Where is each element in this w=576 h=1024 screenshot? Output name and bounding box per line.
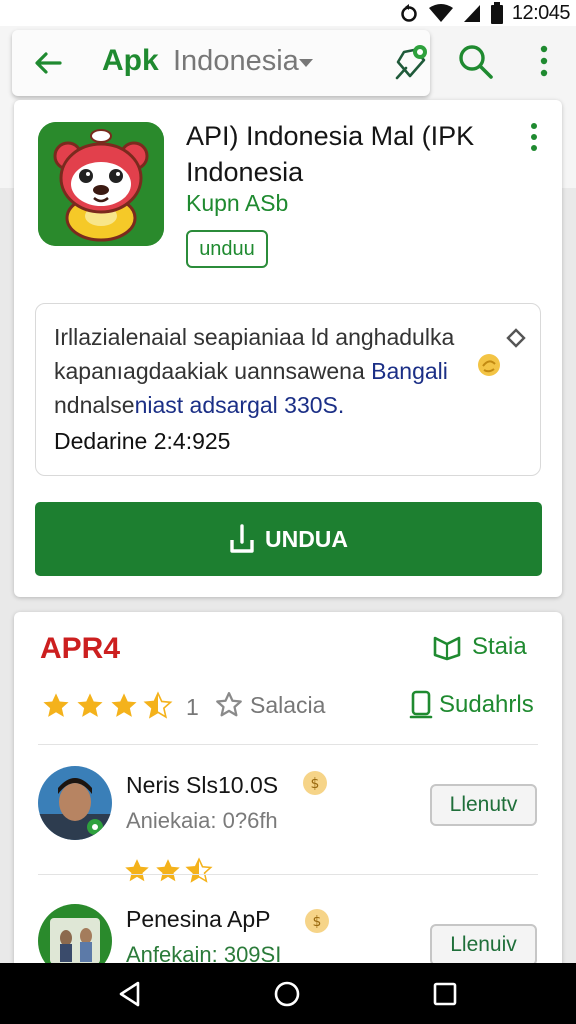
- divider: [38, 744, 538, 745]
- coin-icon: $: [303, 771, 327, 795]
- divider: [38, 874, 538, 875]
- bear-mascot-icon: [38, 122, 164, 246]
- search-query[interactable]: Indonesia: [173, 45, 299, 78]
- star-icon: [143, 691, 173, 719]
- star-outline-icon: [216, 692, 242, 717]
- signal-icon: [463, 5, 480, 22]
- status-time: 12:045: [511, 1, 571, 24]
- rating-stars: [40, 690, 174, 722]
- coin-icon: $: [305, 909, 329, 933]
- person-avatar-icon: [38, 766, 112, 840]
- search-bar[interactable]: Apk Indonesia: [12, 30, 430, 96]
- status-bar: 12:045: [0, 0, 576, 26]
- installed-link[interactable]: Sudahrls: [409, 690, 534, 720]
- download-icon: [230, 524, 254, 553]
- battery-icon: [490, 2, 503, 24]
- install-button-label: UNDUA: [264, 525, 349, 552]
- description-link-bangali[interactable]: Bangali: [371, 358, 448, 384]
- review-action-button[interactable]: Llenuiv: [430, 924, 537, 966]
- app-details-card: API) Indonesia Mal (IPK Indonesia Kupn A…: [14, 100, 562, 597]
- description-line-3-text: ndnalse: [54, 392, 135, 418]
- description-line-2-text: kapanıagdaakiak uannsawena: [54, 358, 365, 384]
- app-icon[interactable]: [38, 122, 164, 246]
- install-button[interactable]: UNDUA: [35, 502, 542, 576]
- device-icon: [409, 690, 433, 719]
- description-box: Irllazialenaial seapianiaa ld anghadulka…: [35, 303, 541, 476]
- installed-label: Sudahrls: [439, 691, 534, 718]
- description-line-1: Irllazialenaial seapianiaa ld anghadulka: [54, 324, 455, 350]
- review-meta: Aniekaia: 0?6fh: [126, 808, 278, 833]
- store-brand: Apk: [102, 44, 159, 77]
- star-icon: [125, 859, 149, 882]
- ratings-reviews-card: APR4 Staia 1 Salacia Sudahrls Neris Sls1…: [14, 612, 562, 992]
- developer-link[interactable]: Kupn ASb: [186, 190, 288, 217]
- description-line-3: ndnalseniast adsargal 330S.: [54, 388, 504, 422]
- diamond-icon[interactable]: [506, 328, 526, 348]
- download-chip[interactable]: unduu: [186, 230, 268, 268]
- reviewer-name: Penesina ApP: [126, 906, 271, 932]
- star-icon: [111, 693, 137, 717]
- stats-label: Staia: [472, 633, 527, 660]
- chevron-down-icon[interactable]: [299, 58, 313, 68]
- nav-back-icon[interactable]: [116, 980, 144, 1008]
- rate-app-link[interactable]: Salacia: [214, 690, 325, 720]
- description-highlight: niast adsargal 330S.: [134, 392, 345, 418]
- wishlist-badge-icon[interactable]: [394, 42, 430, 80]
- nav-home-icon[interactable]: [273, 980, 301, 1008]
- overflow-menu-icon[interactable]: [533, 44, 555, 78]
- system-navigation-bar: [0, 963, 576, 1024]
- stats-link[interactable]: Staia: [432, 630, 527, 664]
- star-icon: [156, 859, 180, 882]
- release-date: Dedarine 2:4:925: [54, 428, 231, 454]
- app-menu-icon[interactable]: [528, 122, 540, 152]
- reviewer-avatar[interactable]: [38, 766, 112, 840]
- review-stars: [122, 856, 214, 886]
- rate-app-label: Salacia: [250, 691, 326, 718]
- clap-emoji-icon: [478, 354, 500, 376]
- svg-text:$: $: [311, 776, 320, 792]
- sync-icon: [401, 4, 417, 22]
- nav-recents-icon[interactable]: [432, 981, 458, 1007]
- star-icon: [77, 693, 103, 717]
- back-arrow-icon[interactable]: [32, 47, 64, 79]
- app-description: Irllazialenaial seapianiaa ld anghadulka…: [54, 320, 504, 422]
- star-icon: [185, 857, 213, 883]
- rating-count: 1: [186, 694, 199, 720]
- star-icon: [43, 693, 69, 717]
- wifi-icon: [428, 4, 453, 22]
- status-icons: 12:045: [398, 1, 571, 24]
- book-icon: [433, 636, 461, 661]
- review-action-button[interactable]: Llenutv: [430, 784, 537, 826]
- description-line-2: kapanıagdaakiak uannsawena Bangali: [54, 354, 504, 388]
- search-icon[interactable]: [456, 42, 494, 80]
- app-title: API) Indonesia Mal (IPK Indonesia: [186, 121, 475, 187]
- ratings-heading: APR4: [40, 632, 121, 665]
- reviewer-name: Neris Sls10.0S: [126, 772, 279, 798]
- svg-text:$: $: [313, 914, 322, 930]
